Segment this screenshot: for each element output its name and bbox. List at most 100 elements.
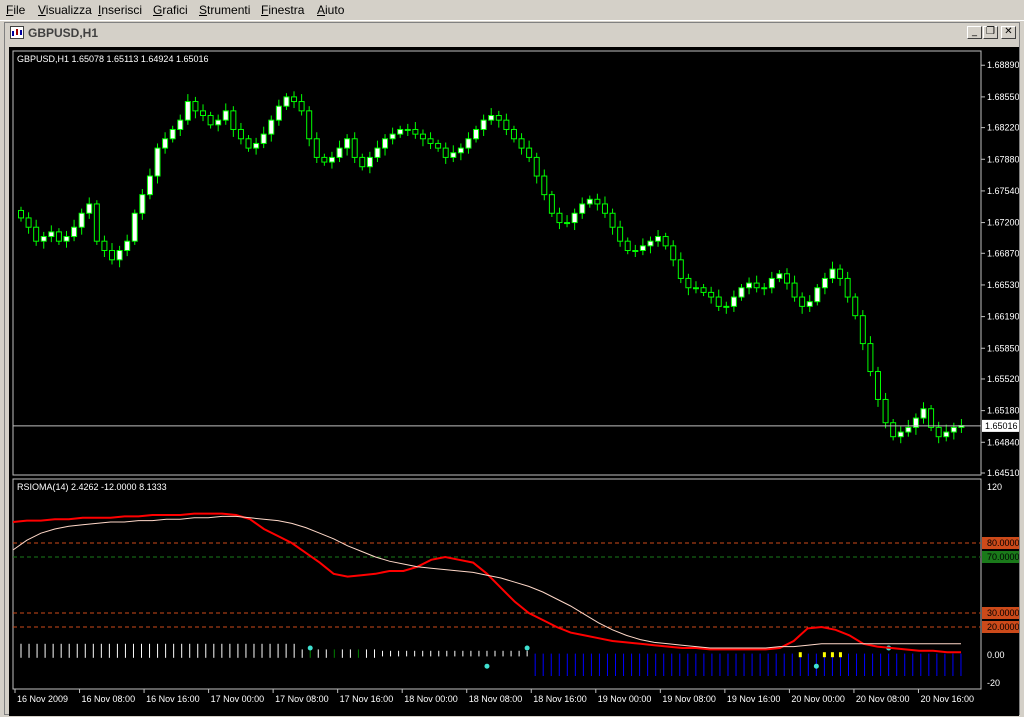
candle-body [389,133,396,140]
candle-body [488,115,495,121]
candle-body [18,209,24,219]
price-tick-label: 1.68890 [987,60,1019,70]
candle-body [806,301,813,307]
menu-item-file[interactable]: File [6,3,25,17]
candle-body [222,110,229,121]
price-tick-label: 1.66190 [987,312,1019,322]
menu-item-strumenti[interactable]: Strumenti [199,3,250,17]
candle-body [548,194,555,214]
minimize-button[interactable]: _ [967,26,982,39]
candle-body [184,101,191,121]
candle-body [655,236,662,242]
menu-item-inserisci[interactable]: Inserisci [98,3,142,17]
candle-body [874,371,881,400]
candle-body [639,245,646,252]
candle-body [692,287,699,290]
candle-body [594,198,601,205]
candle-body [275,105,282,121]
candle-body [48,231,55,238]
candle-body [882,398,889,424]
indicator-tick-label: 30.0000 [987,608,1019,618]
candle-body [291,96,298,103]
time-tick-label: 20 Nov 00:00 [791,694,845,704]
price-tick-label: 1.67880 [987,154,1019,164]
candle-body [40,236,47,242]
candle-body [753,282,760,289]
yellow-signal-bar [822,652,826,658]
time-tick-label: 20 Nov 16:00 [920,694,974,704]
candle-body [237,128,244,140]
candle-body [450,152,457,158]
candle-body [230,110,237,130]
candle-body [419,133,426,140]
candle-body [321,156,328,163]
candle-body [124,240,131,252]
cyan-signal-dot [307,645,313,651]
candle-body [200,110,207,117]
candle-body [63,236,70,242]
candle-body [298,101,305,112]
candle-body [177,119,184,130]
chart-canvas[interactable]: GBPUSD,H1 1.65078 1.65113 1.64924 1.6501… [9,47,1019,716]
candle-body [397,128,404,135]
candle-body [609,212,616,228]
time-tick-label: 20 Nov 08:00 [856,694,910,704]
candle-body [579,203,586,214]
candle-body [101,240,108,252]
indicator-tick-label: 80.0000 [987,538,1019,548]
indicator-tick-label: 70.0000 [987,552,1019,562]
candle-body [564,222,571,225]
time-tick-label: 16 Nov 16:00 [146,694,200,704]
candle-body [55,231,62,242]
candle-body [116,250,123,261]
menu-item-visualizza[interactable]: Visualizza [38,3,92,17]
candle-body [617,226,624,242]
cyan-signal-dot [524,645,530,651]
candle-body [950,426,957,433]
menu-item-finestra[interactable]: Finestra [261,3,304,17]
current-price-label: 1.65016 [985,421,1018,431]
candle-body [162,138,169,149]
candle-body [427,138,434,144]
chart-window-titlebar[interactable]: GBPUSD,H1 _ ❐ ✕ [5,23,1019,43]
menu-item-aiuto[interactable]: Aiuto [317,3,344,17]
time-tick-label: 19 Nov 08:00 [662,694,716,704]
indicator-title: RSIOMA(14) 2.4262 -12.0000 8.1333 [17,482,167,492]
candle-body [571,212,578,224]
restore-button[interactable]: ❐ [983,26,998,39]
candle-body [495,115,502,121]
candle-body [366,156,373,168]
price-tick-label: 1.65520 [987,374,1019,384]
candle-body [746,282,753,289]
price-chart-title: GBPUSD,H1 1.65078 1.65113 1.64924 1.6501… [17,54,208,64]
time-tick-label: 16 Nov 08:00 [82,694,136,704]
time-tick-label: 17 Nov 16:00 [340,694,394,704]
menu-item-grafici[interactable]: Grafici [153,3,188,17]
candle-body [723,305,730,308]
candle-body [526,147,533,158]
candle-body [670,245,677,261]
candle-body [685,277,692,289]
close-button[interactable]: ✕ [1001,26,1016,39]
yellow-signal-bar [830,652,834,658]
candle-body [382,138,389,149]
candle-body [404,128,411,131]
candle-body [253,142,260,149]
candle-body [821,277,828,289]
window-title: GBPUSD,H1 [28,26,99,40]
candle-body [715,296,722,307]
candle-body [738,287,745,298]
cyan-signal-dot [484,663,490,669]
indicator-tick-label: 0.00 [987,650,1005,660]
candle-body [131,212,138,242]
time-tick-label: 17 Nov 08:00 [275,694,329,704]
cyan-signal-dot [813,663,819,669]
candle-body [533,156,540,177]
chart-window: GBPUSD,H1 _ ❐ ✕ GBPUSD,H1 1.65078 1.6511… [4,22,1020,716]
candle-body [829,268,836,279]
price-tick-label: 1.65180 [987,406,1019,416]
candle-body [935,426,942,438]
price-tick-label: 1.66870 [987,248,1019,258]
chart-area[interactable]: GBPUSD,H1 1.65078 1.65113 1.64924 1.6501… [9,47,1019,716]
candle-body [480,119,487,130]
